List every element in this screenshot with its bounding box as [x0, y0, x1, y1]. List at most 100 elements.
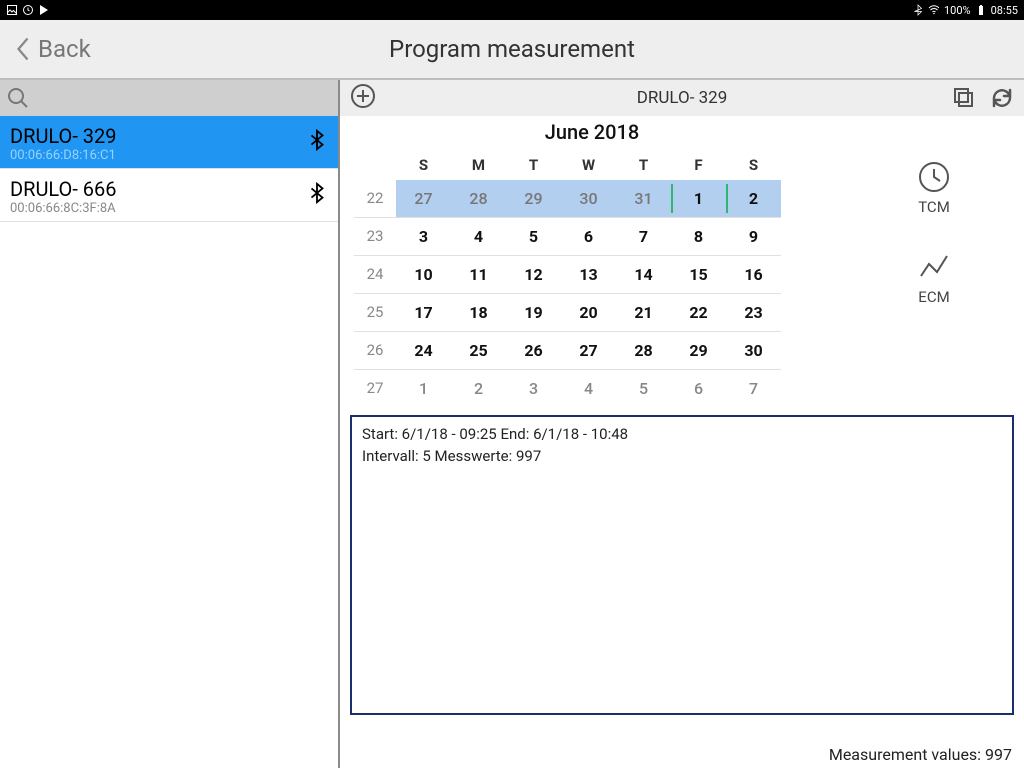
- tcm-button[interactable]: TCM: [917, 160, 951, 216]
- calendar-weekday: T: [616, 150, 671, 180]
- calendar-day[interactable]: 1: [396, 370, 451, 407]
- device-sidebar: DRULO- 32900:06:66:D8:16:C1DRULO- 66600:…: [0, 80, 340, 768]
- calendar-day[interactable]: 30: [561, 180, 616, 218]
- calendar-day[interactable]: 2: [726, 180, 781, 218]
- status-bar: 100% 08:55: [0, 0, 1024, 20]
- calendar-day[interactable]: 5: [506, 218, 561, 256]
- main: DRULO- 32900:06:66:D8:16:C1DRULO- 66600:…: [0, 80, 1024, 768]
- calendar-day[interactable]: 11: [451, 256, 506, 294]
- calendar-day[interactable]: 18: [451, 294, 506, 332]
- calendar-day[interactable]: 26: [506, 332, 561, 370]
- search-icon: [6, 86, 30, 110]
- calendar-week-number: 24: [354, 256, 396, 294]
- calendar-day[interactable]: 10: [396, 256, 451, 294]
- calendar: June 2018 SMTWTFS22272829303112233456789…: [340, 116, 844, 407]
- calendar-weekday: S: [396, 150, 451, 180]
- calendar-day[interactable]: 7: [616, 218, 671, 256]
- calendar-day[interactable]: 16: [726, 256, 781, 294]
- device-id: 00:06:66:D8:16:C1: [10, 148, 328, 163]
- device-name: DRULO- 329: [10, 124, 328, 148]
- calendar-day[interactable]: 2: [451, 370, 506, 407]
- add-button[interactable]: [350, 83, 376, 113]
- calendar-day[interactable]: 24: [396, 332, 451, 370]
- calendar-day[interactable]: 7: [726, 370, 781, 407]
- calendar-day[interactable]: 6: [561, 218, 616, 256]
- calendar-weekday: F: [671, 150, 726, 180]
- calendar-week-number: 25: [354, 294, 396, 332]
- calendar-week-number: 23: [354, 218, 396, 256]
- calendar-week-number: 22: [354, 180, 396, 218]
- calendar-day[interactable]: 30: [726, 332, 781, 370]
- page-title: Program measurement: [389, 35, 635, 63]
- calendar-day[interactable]: 29: [506, 180, 561, 218]
- calendar-day[interactable]: 21: [616, 294, 671, 332]
- calendar-day[interactable]: 13: [561, 256, 616, 294]
- measurement-values-footer: Measurement values: 997: [829, 745, 1012, 764]
- details-line-2: Intervall: 5 Messwerte: 997: [362, 447, 1002, 465]
- calendar-day[interactable]: 12: [506, 256, 561, 294]
- tcm-label: TCM: [918, 198, 950, 216]
- bluetooth-icon: [912, 4, 924, 16]
- calendar-day[interactable]: 3: [396, 218, 451, 256]
- calendar-day[interactable]: 17: [396, 294, 451, 332]
- calendar-day[interactable]: 8: [671, 218, 726, 256]
- calendar-day[interactable]: 19: [506, 294, 561, 332]
- calendar-day[interactable]: 23: [726, 294, 781, 332]
- clock-icon: [917, 160, 951, 194]
- calendar-weekday: S: [726, 150, 781, 180]
- calendar-weekday: T: [506, 150, 561, 180]
- content-toolbar: DRULO- 329: [340, 80, 1024, 116]
- calendar-day[interactable]: 14: [616, 256, 671, 294]
- calendar-weekday: W: [561, 150, 616, 180]
- calendar-day[interactable]: 9: [726, 218, 781, 256]
- calendar-week-number: 27: [354, 370, 396, 407]
- device-id: 00:06:66:8C:3F:8A: [10, 201, 328, 216]
- calendar-day[interactable]: 15: [671, 256, 726, 294]
- calendar-day[interactable]: 4: [561, 370, 616, 407]
- calendar-day[interactable]: 22: [671, 294, 726, 332]
- plus-circle-icon: [350, 83, 376, 109]
- app-header: Back Program measurement: [0, 20, 1024, 80]
- calendar-day[interactable]: 25: [451, 332, 506, 370]
- calendar-day[interactable]: 1: [671, 180, 726, 218]
- calendar-day[interactable]: 5: [616, 370, 671, 407]
- clock-text: 08:55: [991, 4, 1018, 17]
- chart-line-icon: [917, 250, 951, 284]
- calendar-day[interactable]: 6: [671, 370, 726, 407]
- bluetooth-icon: [306, 129, 328, 155]
- calendar-day[interactable]: 31: [616, 180, 671, 218]
- image-icon: [6, 4, 18, 16]
- battery-icon: [975, 4, 987, 16]
- calendar-weekday: M: [451, 150, 506, 180]
- mode-buttons: TCM ECM: [844, 116, 1024, 407]
- copy-icon[interactable]: [952, 86, 976, 110]
- calendar-day[interactable]: 27: [396, 180, 451, 218]
- update-icon: [22, 4, 34, 16]
- back-button[interactable]: Back: [0, 35, 91, 63]
- bluetooth-icon: [306, 182, 328, 208]
- calendar-day[interactable]: 29: [671, 332, 726, 370]
- battery-text: 100%: [944, 4, 971, 17]
- status-left: [6, 4, 50, 16]
- calendar-week-number: 26: [354, 332, 396, 370]
- device-item[interactable]: DRULO- 32900:06:66:D8:16:C1: [0, 116, 338, 169]
- refresh-icon[interactable]: [990, 86, 1014, 110]
- search-input[interactable]: [0, 80, 338, 116]
- back-label: Back: [38, 35, 91, 63]
- calendar-day[interactable]: 27: [561, 332, 616, 370]
- status-right: 100% 08:55: [912, 4, 1018, 17]
- device-name: DRULO- 666: [10, 177, 328, 201]
- content-area: DRULO- 329 June 2018 SMTWTFS222728293031…: [340, 80, 1024, 768]
- device-item[interactable]: DRULO- 66600:06:66:8C:3F:8A: [0, 169, 338, 222]
- selected-device-title: DRULO- 329: [637, 88, 728, 108]
- ecm-button[interactable]: ECM: [917, 250, 951, 306]
- calendar-month-title: June 2018: [354, 120, 830, 144]
- calendar-day[interactable]: 20: [561, 294, 616, 332]
- calendar-day[interactable]: 4: [451, 218, 506, 256]
- calendar-day[interactable]: 28: [451, 180, 506, 218]
- wifi-icon: [928, 4, 940, 16]
- calendar-day[interactable]: 3: [506, 370, 561, 407]
- details-line-1: Start: 6/1/18 - 09:25 End: 6/1/18 - 10:4…: [362, 425, 1002, 443]
- calendar-day[interactable]: 28: [616, 332, 671, 370]
- chevron-left-icon: [14, 35, 32, 63]
